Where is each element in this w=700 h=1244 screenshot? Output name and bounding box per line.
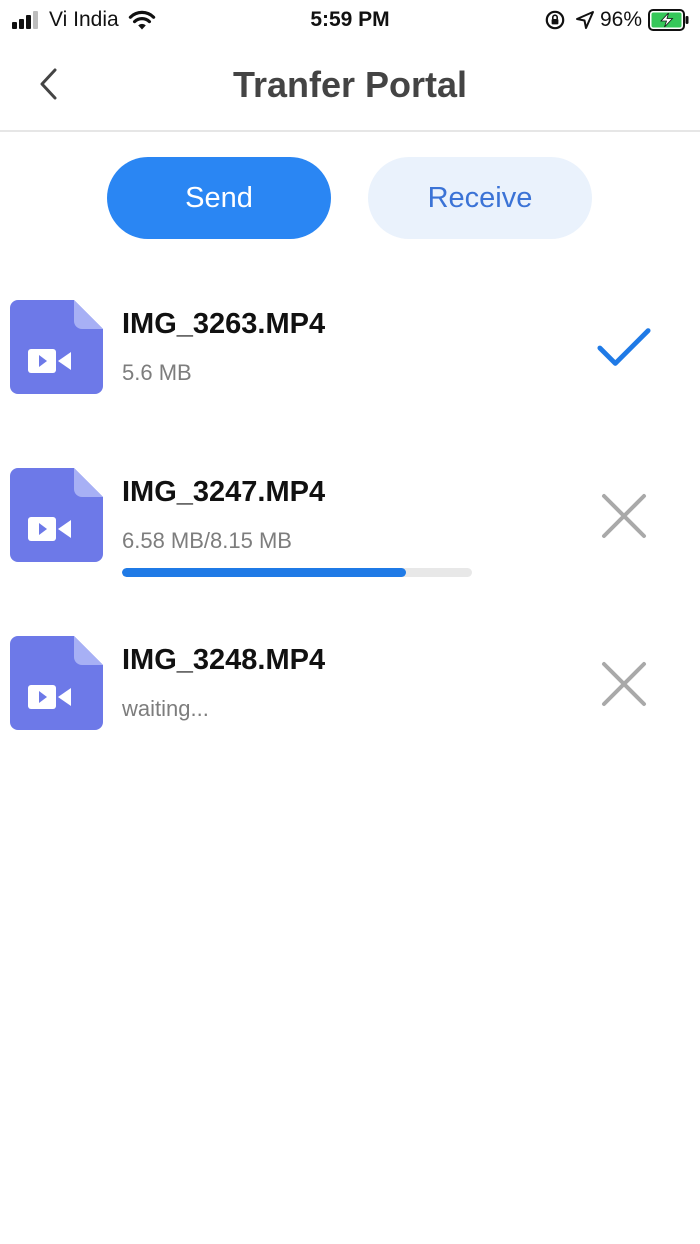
file-name: IMG_3263.MP4: [122, 308, 326, 340]
video-file-icon: [10, 636, 103, 730]
close-icon: [602, 662, 646, 706]
cancel-transfer-button[interactable]: [596, 488, 652, 544]
location-arrow-icon: [575, 11, 594, 29]
video-file-icon: [10, 468, 103, 562]
page-title: Tranfer Portal: [232, 64, 468, 105]
transfer-progress-text: 6.58 MB/8.15 MB: [122, 528, 292, 553]
file-name: IMG_3247.MP4: [122, 476, 326, 508]
file-size: 5.6 MB: [122, 360, 192, 385]
cancel-transfer-button[interactable]: [596, 656, 652, 712]
list-item: IMG_3263.MP4 5.6 MB: [0, 290, 700, 400]
file-status: waiting...: [122, 696, 209, 721]
receive-tab[interactable]: Receive: [368, 157, 592, 239]
battery-charging-icon: [648, 9, 689, 31]
nav-bar: Tranfer Portal: [0, 40, 700, 132]
list-item: IMG_3247.MP4 6.58 MB/8.15 MB: [0, 458, 700, 577]
list-item: IMG_3248.MP4 waiting...: [0, 626, 700, 736]
status-bar: Vi India 5:59 PM 96%: [0, 0, 700, 40]
file-name: IMG_3248.MP4: [122, 644, 326, 676]
screen: Vi India 5:59 PM 96% Tranfer Portal Send…: [0, 0, 700, 1244]
orientation-lock-icon: [545, 10, 565, 30]
close-icon: [602, 494, 646, 538]
status-right: 96%: [544, 6, 690, 34]
transfer-mode-switch: Send Receive: [0, 157, 700, 239]
send-tab[interactable]: Send: [107, 157, 331, 239]
video-file-icon: [10, 300, 103, 394]
battery-percent: 96%: [599, 8, 642, 31]
completed-indicator: [596, 320, 652, 376]
checkmark-icon: [597, 328, 651, 366]
progress-bar: [122, 568, 472, 577]
progress-fill: [122, 568, 406, 577]
